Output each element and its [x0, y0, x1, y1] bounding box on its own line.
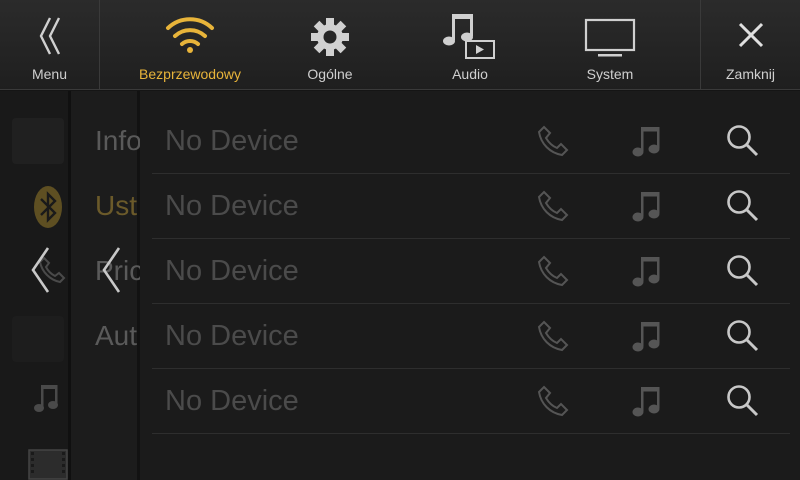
- device-name: No Device: [165, 385, 299, 417]
- close-button[interactable]: Zamknij: [701, 0, 800, 90]
- phone-icon[interactable]: [537, 190, 569, 222]
- tab-system[interactable]: System: [570, 0, 650, 90]
- background-menu-item: Info: [95, 125, 142, 156]
- search-icon[interactable]: [725, 188, 759, 222]
- phone-icon[interactable]: [537, 385, 569, 417]
- close-icon: [738, 22, 764, 48]
- device-row[interactable]: No Device: [152, 239, 790, 304]
- tab-label: System: [586, 66, 634, 82]
- bluetooth-icon: [34, 186, 62, 228]
- close-label: Zamknij: [725, 66, 775, 82]
- background-square: [12, 118, 64, 164]
- phone-icon[interactable]: [537, 125, 569, 157]
- gear-icon: [311, 18, 349, 56]
- music-note-icon: [34, 385, 58, 412]
- device-row[interactable]: No Device: [152, 369, 790, 434]
- device-name: No Device: [165, 190, 299, 222]
- menu-label: Menu: [31, 66, 68, 82]
- double-chevron-left-icon: [39, 17, 61, 55]
- music-note-icon[interactable]: [632, 125, 664, 159]
- wifi-icon: [166, 17, 214, 53]
- search-icon[interactable]: [725, 253, 759, 287]
- film-icon: [28, 449, 68, 480]
- background-menu-item: Ust: [95, 190, 137, 221]
- search-icon[interactable]: [725, 318, 759, 352]
- tab-bezprzewodowy[interactable]: Bezprzewodowy: [120, 0, 260, 90]
- music-note-icon[interactable]: [632, 255, 664, 289]
- phone-icon[interactable]: [537, 320, 569, 352]
- divider: [99, 0, 100, 90]
- back-chevron-icon[interactable]: [29, 246, 51, 294]
- tab-ogolne[interactable]: Ogólne: [290, 0, 370, 90]
- phone-icon[interactable]: [537, 255, 569, 287]
- tab-audio[interactable]: Audio: [430, 0, 510, 90]
- music-note-icon[interactable]: [632, 320, 664, 354]
- tab-label: Ogólne: [307, 66, 353, 82]
- background-menu-item: Aut: [95, 320, 138, 351]
- search-icon[interactable]: [725, 383, 759, 417]
- music-note-icon[interactable]: [632, 190, 664, 224]
- menu-button[interactable]: Menu: [0, 0, 99, 90]
- device-name: No Device: [165, 320, 299, 352]
- content-area: Info Ust Pric Aut No Device No Device No…: [0, 91, 800, 480]
- device-row[interactable]: No Device: [152, 109, 790, 174]
- device-row[interactable]: No Device: [152, 304, 790, 369]
- tab-label: Audio: [452, 66, 488, 82]
- music-note-icon[interactable]: [632, 385, 664, 419]
- monitor-icon: [584, 18, 636, 57]
- search-icon[interactable]: [725, 123, 759, 157]
- back-chevron-icon[interactable]: [100, 246, 122, 294]
- tab-label: Bezprzewodowy: [139, 66, 241, 82]
- top-bar: Menu Bezprzewodowy Ogólne Audio System Z…: [0, 0, 800, 90]
- device-row[interactable]: No Device: [152, 174, 790, 239]
- music-video-icon: [443, 14, 495, 59]
- device-name: No Device: [165, 125, 299, 157]
- device-name: No Device: [165, 255, 299, 287]
- background-square: [12, 316, 64, 362]
